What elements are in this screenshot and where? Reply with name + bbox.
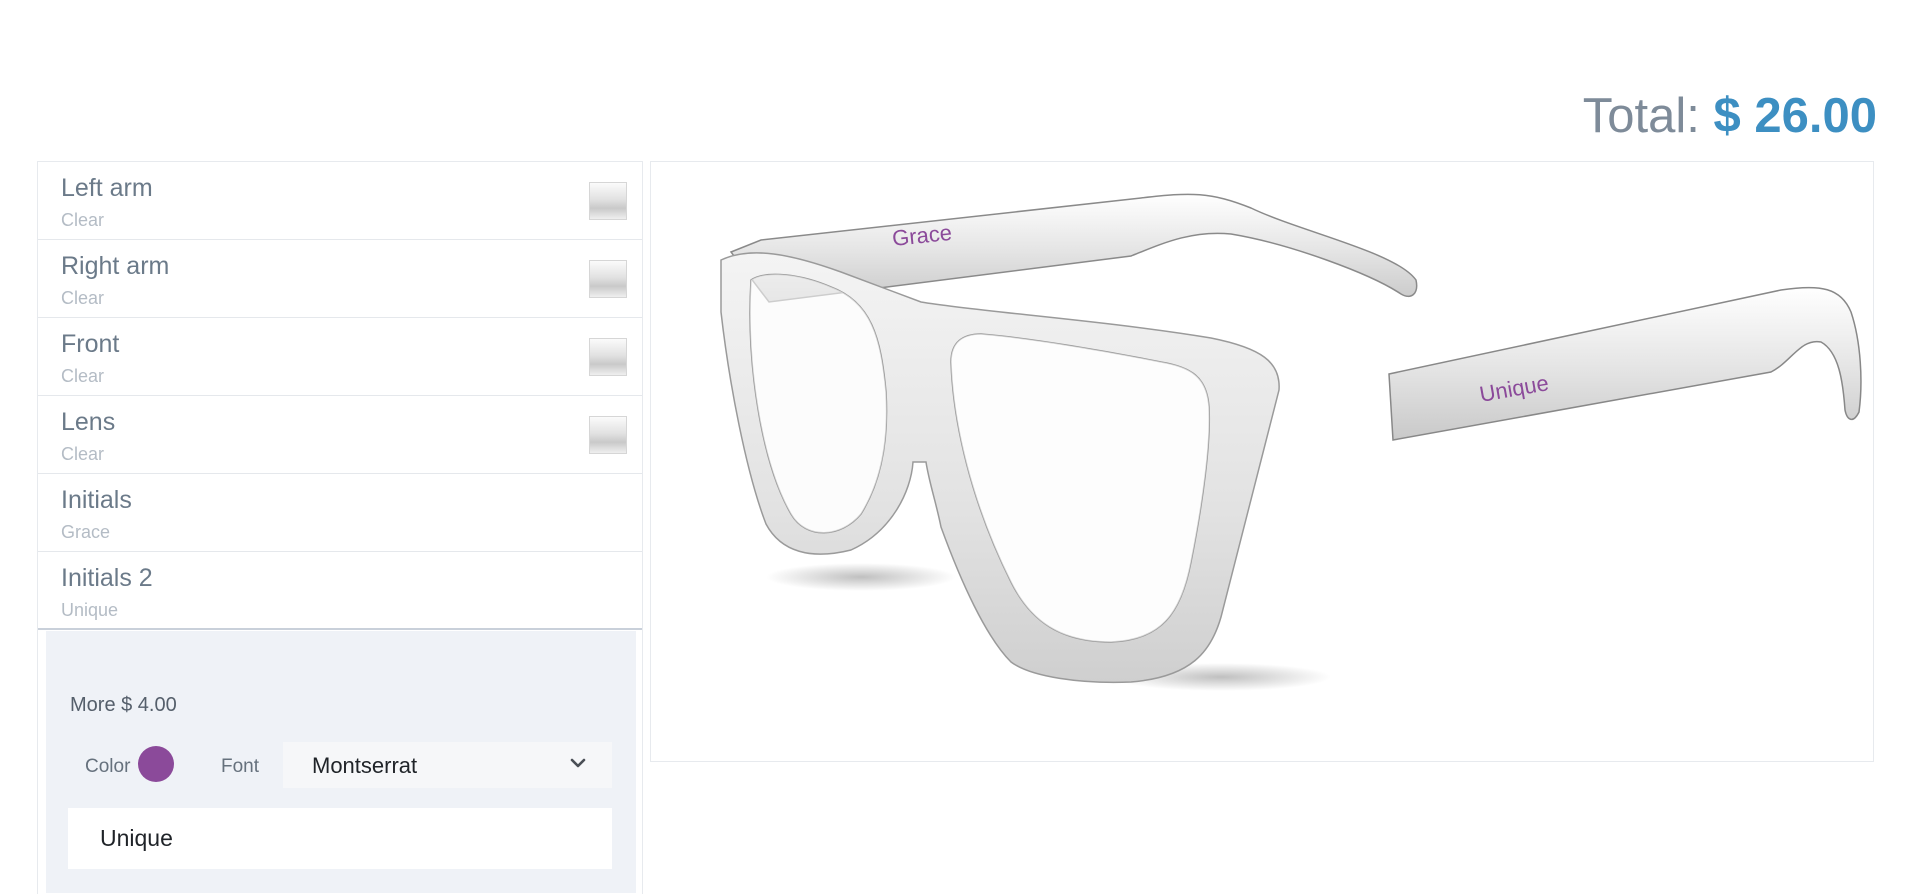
shadow-left <box>766 563 956 591</box>
glasses-illustration: Grace Unique <box>720 193 1862 691</box>
total-amount: $ 26.00 <box>1713 89 1878 143</box>
option-name: Right arm <box>61 252 170 280</box>
color-label: Color <box>85 756 131 777</box>
swatch-clear <box>589 182 627 220</box>
glasses-preview: Grace Unique <box>650 161 1874 762</box>
option-value: Grace <box>61 522 111 542</box>
right-arm <box>1388 286 1862 441</box>
option-value: Clear <box>61 366 105 386</box>
option-value: Clear <box>61 444 105 464</box>
option-right-arm[interactable]: Right arm Clear <box>38 240 642 318</box>
order-total: Total: $ 26.00 <box>1583 86 1877 146</box>
option-value: Clear <box>61 288 105 308</box>
option-left-arm[interactable]: Left arm Clear <box>38 162 642 240</box>
chevron-down-icon <box>570 758 586 768</box>
initials-text-input[interactable] <box>68 808 612 869</box>
option-initials[interactable]: Initials Grace <box>38 474 642 552</box>
option-name: Front <box>61 330 120 358</box>
option-front[interactable]: Front Clear <box>38 318 642 396</box>
swatch-clear <box>589 260 627 298</box>
option-value: Clear <box>61 210 105 230</box>
extra-price-label: More $ 4.00 <box>70 694 177 716</box>
font-select[interactable]: Montserrat <box>283 742 612 788</box>
option-lens[interactable]: Lens Clear <box>38 396 642 474</box>
total-label: Total: <box>1582 89 1700 143</box>
swatch-clear <box>589 416 627 454</box>
swatch-clear <box>589 338 627 376</box>
option-name: Left arm <box>61 174 153 202</box>
font-label: Font <box>221 756 260 777</box>
option-value: Unique <box>61 600 119 620</box>
font-select-value: Montserrat <box>312 753 418 778</box>
option-name: Lens <box>61 408 116 436</box>
option-name: Initials 2 <box>61 564 153 592</box>
option-name: Initials <box>61 486 132 514</box>
option-initials-2[interactable]: Initials 2 Unique <box>38 552 642 630</box>
options-panel: Left arm Clear Right arm Clear Front Cle… <box>37 161 643 894</box>
color-picker[interactable] <box>138 746 174 782</box>
initials-editor: More $ 4.00 Color Font Montserrat <box>46 631 636 893</box>
